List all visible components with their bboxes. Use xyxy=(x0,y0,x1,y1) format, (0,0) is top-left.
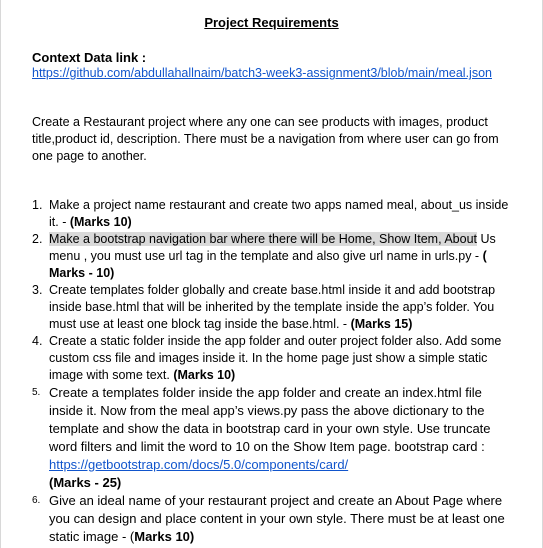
intro-paragraph: Create a Restaurant project where any on… xyxy=(32,115,499,163)
page-title: Project Requirements xyxy=(204,15,339,30)
list-item: 2. Make a bootstrap navigation bar where… xyxy=(32,231,512,282)
marks-label: (Marks 15) xyxy=(350,317,413,331)
highlighted-text: Make a bootstrap navigation bar where th… xyxy=(49,232,478,246)
list-item: 4. Create a static folder inside the app… xyxy=(32,333,512,384)
context-data-link[interactable]: https://github.com/abdullahallnaim/batch… xyxy=(32,66,492,80)
marks-label: (Marks 10) xyxy=(69,215,132,229)
document-page: Project Requirements Context Data link :… xyxy=(0,0,543,548)
list-item-text: Create a static folder inside the app fo… xyxy=(49,334,502,382)
list-item-text: Create templates folder globally and cre… xyxy=(49,283,496,331)
list-item-text: Give an ideal name of your restaurant pr… xyxy=(49,493,505,544)
marks-label: (Marks - 25) xyxy=(49,475,122,490)
list-item: 6. Give an ideal name of your restaurant… xyxy=(32,492,512,546)
list-item: 1. Make a project name restaurant and cr… xyxy=(32,197,512,231)
context-heading: Context Data link : xyxy=(32,50,147,65)
list-item-number: 2. xyxy=(32,232,43,246)
list-item-number: 4. xyxy=(32,334,43,348)
list-item-number: 5. xyxy=(32,387,41,398)
list-item: 3. Create templates folder globally and … xyxy=(32,282,512,333)
marks-label: (Marks 10) xyxy=(173,368,236,382)
list-item-text: Create a templates folder inside the app… xyxy=(49,385,491,454)
list-item-number: 3. xyxy=(32,283,43,297)
list-item-number: 1. xyxy=(32,198,43,212)
marks-label: Marks 10) xyxy=(134,529,195,544)
bootstrap-card-link[interactable]: https://getbootstrap.com/docs/5.0/compon… xyxy=(49,457,348,472)
list-item: 5. Create a templates folder inside the … xyxy=(32,384,512,492)
list-item-number: 6. xyxy=(32,495,41,506)
requirements-list: 1. Make a project name restaurant and cr… xyxy=(32,197,512,546)
